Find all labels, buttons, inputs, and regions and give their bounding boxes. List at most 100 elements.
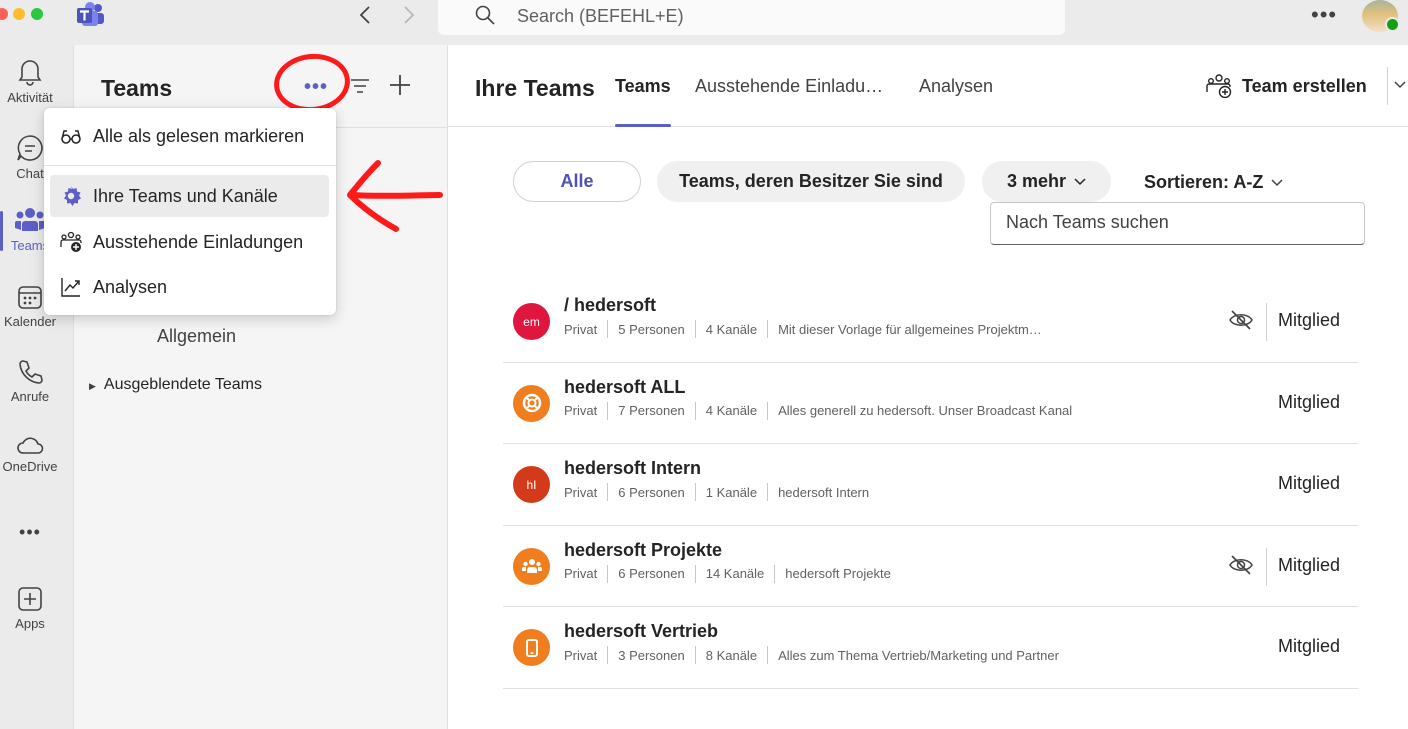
menu-item-your-teams-and-channels[interactable]: Ihre Teams und Kanäle	[50, 175, 329, 217]
chevron-down-icon	[1074, 177, 1086, 185]
role-label: Mitglied	[1278, 636, 1341, 656]
menu-item-pending-invitations[interactable]: Ausstehende Einladungen	[50, 221, 329, 263]
role-label: Mitglied	[1278, 310, 1341, 330]
divider	[1266, 303, 1267, 341]
chart-line-icon	[61, 278, 80, 297]
team-meta: Privat 6 Personen 1 Kanäle hedersoft Int…	[564, 483, 870, 501]
team-meta: Privat 3 Personen 8 Kanäle Alles zum The…	[564, 646, 1059, 664]
add-apps-icon	[18, 587, 42, 611]
divider	[1387, 67, 1388, 105]
team-avatar: em	[513, 303, 550, 340]
back-arrow-icon[interactable]	[353, 3, 377, 27]
channel-general[interactable]: Allgemein	[157, 326, 236, 347]
team-avatar	[513, 547, 550, 585]
role-label: Mitglied	[1278, 473, 1341, 493]
create-team-label: Team erstellen	[1242, 75, 1367, 96]
team-meta: Privat 6 Personen 14 Kanäle hedersoft Pr…	[564, 564, 891, 583]
global-search-box[interactable]	[438, 0, 1065, 35]
eye-hidden-icon[interactable]	[1228, 309, 1254, 331]
rail-item-label: Aktivität	[7, 90, 53, 105]
team-avatar: hI	[513, 466, 550, 503]
mobile-phone-icon	[525, 638, 538, 657]
eye-hidden-icon[interactable]	[1228, 554, 1254, 576]
menu-divider	[44, 165, 336, 166]
teams-logo-icon	[77, 2, 104, 26]
team-name: hedersoft Intern	[564, 458, 702, 478]
role-label: Mitglied	[1278, 391, 1341, 412]
divider	[1266, 547, 1267, 586]
annotation-arrow-icon	[347, 160, 443, 232]
rail-item-apps[interactable]: Apps	[0, 585, 60, 631]
sort-dropdown[interactable]: Sortieren: A-Z	[1144, 172, 1283, 193]
main-content: Ihre Teams Teams Ausstehende Einladu… An…	[448, 45, 1408, 729]
avatar[interactable]	[1362, 0, 1400, 32]
menu-item-label: Alle als gelesen markieren	[93, 125, 305, 146]
zoom-window-button[interactable]	[31, 8, 43, 20]
rail-item-activity[interactable]: Aktivität	[0, 57, 60, 105]
role-label: Mitglied	[1278, 554, 1341, 575]
hidden-teams-toggle[interactable]: ▶ Ausgeblendete Teams	[89, 376, 262, 394]
lifebuoy-icon	[522, 393, 541, 413]
add-icon[interactable]	[388, 73, 412, 97]
table-row[interactable]: em / hedersoft Privat 5 Personen 4 Kanäl…	[503, 281, 1358, 363]
menu-item-mark-all-read[interactable]: Alle als gelesen markieren	[50, 115, 329, 157]
rail-item-onedrive[interactable]: OneDrive	[0, 434, 60, 474]
team-name: hedersoft Projekte	[564, 539, 723, 560]
team-add-icon	[1206, 74, 1232, 98]
filter-all-button[interactable]: Alle	[513, 161, 641, 202]
more-options-icon[interactable]: •••	[1311, 2, 1337, 28]
table-row[interactable]: hI hedersoft Intern Privat 6 Personen 1 …	[503, 444, 1358, 526]
filter-more-button[interactable]: 3 mehr	[982, 161, 1111, 202]
filter-owner-button[interactable]: Teams, deren Besitzer Sie sind	[657, 161, 965, 202]
teams-options-menu: Alle als gelesen markieren Ihre Teams un…	[44, 108, 336, 315]
menu-item-label: Ihre Teams und Kanäle	[93, 185, 278, 206]
menu-item-label: Analysen	[93, 276, 168, 297]
main-header: Ihre Teams Teams Ausstehende Einladu… An…	[448, 45, 1408, 127]
title-bar: •••	[0, 0, 1408, 45]
rail-item-label: OneDrive	[2, 459, 58, 474]
create-team-button[interactable]: Team erstellen	[1206, 74, 1367, 98]
sort-label: Sortieren: A-Z	[1144, 172, 1264, 192]
table-row[interactable]: hedersoft ALL Privat 7 Personen 4 Kanäle…	[503, 363, 1358, 444]
available-status-icon	[1385, 17, 1400, 32]
teams-icon	[15, 208, 45, 231]
filter-more-label: 3 mehr	[1006, 171, 1067, 191]
chat-icon	[17, 135, 43, 161]
gear-icon	[64, 186, 81, 206]
caret-right-icon: ▶	[89, 381, 96, 391]
team-avatar	[513, 384, 550, 422]
team-meta: Privat 7 Personen 4 Kanäle Alles generel…	[564, 401, 1073, 420]
team-add-icon	[60, 231, 82, 252]
table-row[interactable]: hedersoft Projekte Privat 6 Personen 14 …	[503, 526, 1358, 607]
tab-teams[interactable]: Teams	[615, 76, 671, 127]
search-input[interactable]	[517, 3, 917, 29]
people-group-icon	[521, 559, 542, 573]
table-row[interactable]: hedersoft Vertrieb Privat 3 Personen 8 K…	[503, 607, 1358, 689]
minimize-window-button[interactable]	[13, 8, 25, 20]
calendar-icon	[18, 286, 42, 309]
page-title: Ihre Teams	[475, 75, 595, 101]
filter-icon[interactable]	[350, 77, 370, 95]
rail-item-label: Kalender	[3, 314, 57, 329]
close-window-button[interactable]	[0, 8, 8, 20]
team-meta: Privat 5 Personen 4 Kanäle Mit dieser Vo…	[564, 320, 1042, 338]
team-search-input[interactable]	[1006, 212, 1346, 233]
rail-item-calls[interactable]: Anrufe	[0, 358, 60, 404]
teams-list: em / hedersoft Privat 5 Personen 4 Kanäl…	[503, 281, 1358, 689]
tab-pending-invitations[interactable]: Ausstehende Einladu…	[695, 76, 883, 97]
team-search-box[interactable]	[990, 202, 1365, 245]
chevron-down-icon[interactable]	[1394, 81, 1406, 89]
search-icon	[475, 5, 495, 25]
menu-item-analytics[interactable]: Analysen	[50, 266, 329, 308]
team-name: hedersoft ALL	[564, 376, 686, 397]
team-name: hedersoft Vertrieb	[564, 621, 719, 641]
glasses-icon	[61, 130, 81, 144]
phone-icon	[19, 360, 43, 384]
panel-title: Teams	[101, 75, 173, 101]
rail-more-apps-button[interactable]: •••	[0, 519, 60, 543]
tab-analytics[interactable]: Analysen	[919, 76, 993, 97]
rail-item-label: Apps	[15, 616, 45, 631]
chevron-down-icon	[1271, 178, 1283, 186]
forward-arrow-icon[interactable]	[397, 3, 421, 27]
rail-item-label: Anrufe	[10, 389, 50, 404]
